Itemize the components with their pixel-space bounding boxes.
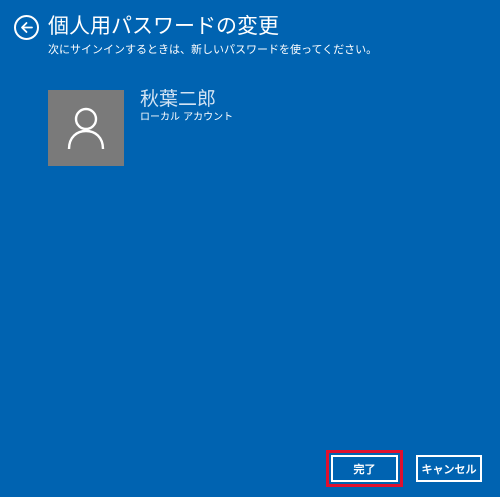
back-arrow-icon: [21, 22, 33, 33]
back-button[interactable]: [14, 15, 39, 40]
finish-button[interactable]: 完了: [331, 455, 398, 482]
person-icon: [67, 107, 105, 150]
avatar: [48, 90, 124, 166]
page-subtitle: 次にサインインするときは、新しいパスワードを使ってください。: [48, 43, 378, 56]
account-type: ローカル アカウント: [140, 112, 234, 123]
user-name: 秋葉二郎: [140, 88, 217, 110]
page-title: 個人用パスワードの変更: [48, 14, 279, 38]
cancel-button[interactable]: キャンセル: [416, 455, 482, 482]
